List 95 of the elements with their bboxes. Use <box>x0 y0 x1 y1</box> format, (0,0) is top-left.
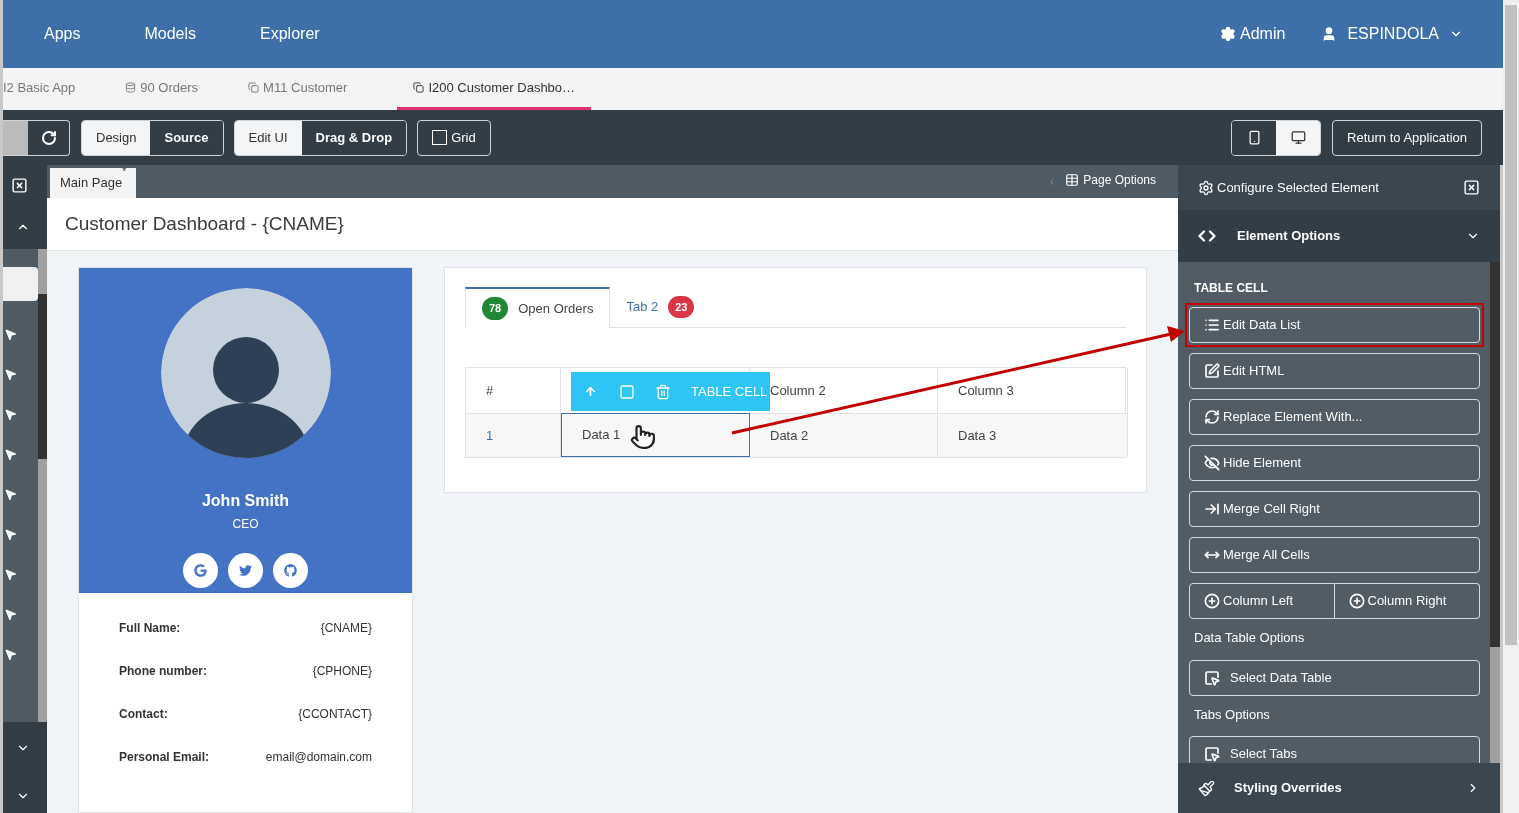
field-label: Personal Email: <box>119 749 210 766</box>
content-tab[interactable]: 78 Open Orders <box>465 287 611 328</box>
grid-toggle[interactable]: Grid <box>417 119 491 156</box>
admin-link[interactable]: Admin <box>1220 22 1286 46</box>
table-icon <box>1065 173 1080 187</box>
grid-checkbox[interactable] <box>432 130 448 145</box>
nav-link[interactable]: Apps <box>44 22 81 46</box>
phone-icon <box>1246 130 1262 145</box>
database-icon <box>125 82 137 93</box>
redo-icon <box>40 129 57 146</box>
pages-icon <box>413 82 425 93</box>
scrollbar-thumb[interactable] <box>1490 262 1500 647</box>
content-tab[interactable]: Tab 2 23 <box>610 287 711 327</box>
app-tab[interactable]: I2 Basic App <box>3 68 76 110</box>
plus-circle-icon <box>1348 593 1365 609</box>
table-cell[interactable]: Data 2 <box>750 413 938 457</box>
scrollbar-thumb[interactable] <box>38 294 47 459</box>
gear-icon <box>1220 26 1237 42</box>
desktop-view-button[interactable] <box>1276 120 1321 155</box>
scrollbar-thumb[interactable] <box>1505 5 1517 645</box>
column-header: Column 3 <box>958 381 1014 400</box>
app-tab[interactable]: 90 Orders <box>125 68 199 110</box>
arrow-to-line-icon <box>1204 501 1220 517</box>
pointer-select-icon <box>1204 746 1220 762</box>
field-label: Contact: <box>119 706 168 723</box>
page-options-link[interactable]: Page Options <box>1065 171 1156 189</box>
settings-icon <box>1198 179 1214 196</box>
eye-off-icon <box>1204 455 1220 471</box>
code-icon <box>1198 227 1216 245</box>
profile-name: John Smith <box>201 491 290 511</box>
close-icon[interactable] <box>1463 179 1480 196</box>
profile-role: CEO <box>232 516 259 533</box>
list-icon <box>1204 317 1220 333</box>
action-button[interactable]: Edit HTML <box>1189 353 1480 389</box>
field-value: {CPHONE} <box>312 663 372 680</box>
monitor-icon <box>1290 130 1306 145</box>
count-badge: 78 <box>482 297 509 320</box>
action-button[interactable]: Merge All Cells <box>1189 537 1480 573</box>
group-heading: Data Table Options <box>1194 629 1306 647</box>
google-icon <box>194 564 207 577</box>
edit-icon <box>1204 363 1220 379</box>
bird-icon <box>239 564 252 577</box>
group-heading: TABLE CELL <box>1194 280 1269 297</box>
pointer-icon[interactable] <box>4 448 17 461</box>
toggle-button[interactable]: Edit UI <box>234 120 302 155</box>
table-cell[interactable]: Data 1 <box>561 413 750 457</box>
action-button[interactable]: Select Data Table <box>1189 659 1480 696</box>
field-label: Phone number: <box>119 663 207 680</box>
panel-title: Configure Selected Element <box>1217 178 1379 197</box>
action-button[interactable]: Hide Element <box>1189 445 1480 481</box>
refresh-icon <box>1204 409 1220 425</box>
plus-circle-icon <box>1204 593 1220 609</box>
pointer-icon[interactable] <box>4 608 17 621</box>
pointer-select-icon <box>1204 669 1220 686</box>
pages-icon <box>248 82 260 93</box>
twitter-button[interactable] <box>228 553 263 588</box>
pointer-icon[interactable] <box>4 408 17 421</box>
count-badge: 23 <box>668 295 695 319</box>
close-icon[interactable] <box>11 177 28 194</box>
action-button[interactable]: Merge Cell Right <box>1189 491 1480 527</box>
column-header: Column 2 <box>770 381 826 400</box>
cell-type-label: TABLE CELL <box>691 382 768 401</box>
cat-icon <box>284 564 297 577</box>
brush-icon <box>1198 779 1215 797</box>
side-field[interactable] <box>3 267 38 301</box>
action-button[interactable]: Column Right <box>1334 583 1480 619</box>
pointer-icon[interactable] <box>4 368 17 381</box>
pointer-icon[interactable] <box>4 648 17 661</box>
field-label: Full Name: <box>119 620 181 637</box>
user-menu[interactable]: ESPINDOLA <box>1321 22 1463 46</box>
table-cell[interactable]: 1 <box>466 413 561 457</box>
action-button[interactable]: Replace Element With... <box>1189 399 1480 435</box>
action-button[interactable]: Column Left <box>1189 583 1335 619</box>
toggle-button[interactable]: Design <box>82 120 151 155</box>
app-tab[interactable]: M11 Customer <box>248 68 348 110</box>
return-button[interactable]: Return to Application <box>1332 119 1482 156</box>
pointer-icon[interactable] <box>4 328 17 341</box>
action-button[interactable]: Edit Data List <box>1189 307 1480 343</box>
table-cell[interactable]: Data 3 <box>938 413 1128 457</box>
field-value: {CCONTACT} <box>298 706 372 723</box>
field-value: email@domain.com <box>265 749 372 766</box>
column-header: # <box>486 381 494 400</box>
github-button[interactable] <box>273 553 308 588</box>
hand-cursor-icon <box>630 424 656 450</box>
field-value: {CNAME} <box>320 620 372 637</box>
section-header[interactable]: Styling Overrides <box>1178 763 1500 813</box>
pointer-icon[interactable] <box>4 528 17 541</box>
pointer-icon[interactable] <box>4 488 17 501</box>
group-heading: Tabs Options <box>1194 705 1271 724</box>
section-header[interactable]: Element Options <box>1178 210 1500 262</box>
page-title: Customer Dashboard - {CNAME} <box>65 211 344 236</box>
nav-link[interactable]: Models <box>144 22 197 46</box>
nav-link[interactable]: Explorer <box>260 22 320 46</box>
google-button[interactable] <box>183 553 218 588</box>
pointer-icon[interactable] <box>4 568 17 581</box>
